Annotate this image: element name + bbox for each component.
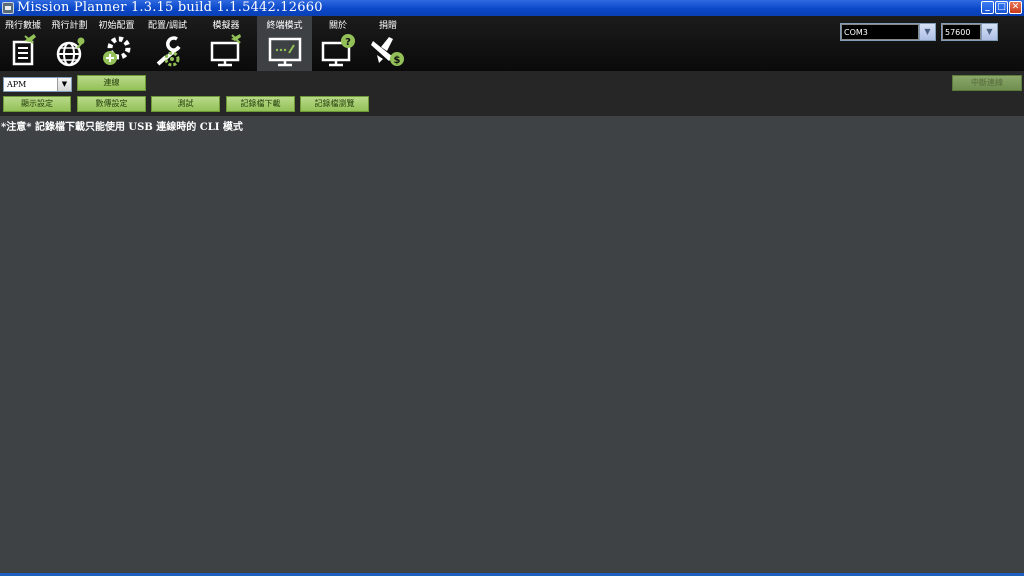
menu-flight-plan[interactable]: 飛行計劃	[46, 16, 93, 71]
menu-label: 飛行數據	[4, 21, 41, 31]
svg-text:?: ?	[345, 37, 351, 48]
com-port-select[interactable]: COM3 ▼	[840, 23, 936, 41]
menu-terminal[interactable]: 終端模式	[257, 16, 312, 71]
menu-label: 初始配置	[98, 21, 135, 31]
flight-plan-icon	[56, 37, 84, 67]
menu-label: 終端模式	[266, 21, 303, 31]
menu-config-tuning[interactable]: 配置/調試	[140, 16, 195, 71]
chevron-down-icon[interactable]: ▼	[919, 24, 935, 40]
disconnect-button[interactable]: 中斷連線	[952, 75, 1022, 91]
terminal-output[interactable]: *注意* 記錄檔下載只能使用 USB 連線時的 CLI 模式	[0, 116, 1024, 574]
menu-label: 捐贈	[378, 21, 397, 31]
board-type-value: APM	[7, 80, 27, 89]
app-icon	[2, 2, 14, 14]
menu-initial-setup[interactable]: 初始配置	[93, 16, 140, 71]
terminal-notice: *注意* 記錄檔下載只能使用 USB 連線時的 CLI 模式	[1, 122, 243, 133]
chevron-down-icon[interactable]: ▼	[57, 78, 71, 91]
close-button[interactable]: ✕	[1009, 1, 1022, 14]
show-settings-button[interactable]: 顯示設定	[3, 96, 71, 112]
log-download-button[interactable]: 記錄檔下載	[226, 96, 295, 112]
com-port-value: COM3	[841, 24, 919, 40]
simulator-icon	[210, 34, 241, 67]
chevron-down-icon[interactable]: ▼	[981, 24, 997, 40]
menu-label: 飛行計劃	[51, 21, 88, 31]
initial-setup-icon	[102, 36, 130, 65]
help-icon: ?	[321, 34, 355, 67]
maximize-button[interactable]: □	[995, 1, 1008, 14]
menu-flight-data[interactable]: 飛行數據	[0, 16, 46, 71]
window-title: Mission Planner 1.3.15 build 1.1.5442.12…	[17, 0, 323, 15]
svg-text:$: $	[394, 55, 401, 66]
flight-data-icon	[12, 34, 36, 66]
baud-rate-value: 57600	[942, 24, 981, 40]
connect-button[interactable]: 連線	[77, 75, 146, 91]
main-menu-bar: 飛行數據 飛行計劃 初始配置 配置/調試 模擬器 終端模式 關於 ? 捐贈 $ …	[0, 16, 1024, 71]
menu-help[interactable]: 關於 ?	[312, 16, 364, 71]
log-browse-button[interactable]: 記錄檔瀏覽	[300, 96, 369, 112]
baud-rate-select[interactable]: 57600 ▼	[941, 23, 998, 41]
minimize-button[interactable]: _	[981, 1, 994, 14]
board-type-select[interactable]: APM ▼	[3, 77, 72, 92]
menu-donate[interactable]: 捐贈 $	[364, 16, 412, 71]
menu-simulator[interactable]: 模擬器	[195, 16, 257, 71]
donate-icon: $	[371, 37, 404, 66]
title-bar: Mission Planner 1.3.15 build 1.1.5442.12…	[0, 0, 1024, 16]
config-tuning-icon	[156, 36, 181, 67]
test-button[interactable]: 測試	[151, 96, 220, 112]
radio-settings-button[interactable]: 數傳設定	[77, 96, 146, 112]
menu-label: 配置/調試	[147, 21, 188, 31]
menu-label: 模擬器	[212, 21, 240, 31]
terminal-toolbar: APM ▼ 連線 中斷連線 顯示設定 數傳設定 測試 記錄檔下載 記錄檔瀏覽	[0, 71, 1024, 116]
menu-label: 關於	[328, 21, 347, 31]
terminal-icon	[268, 37, 301, 67]
